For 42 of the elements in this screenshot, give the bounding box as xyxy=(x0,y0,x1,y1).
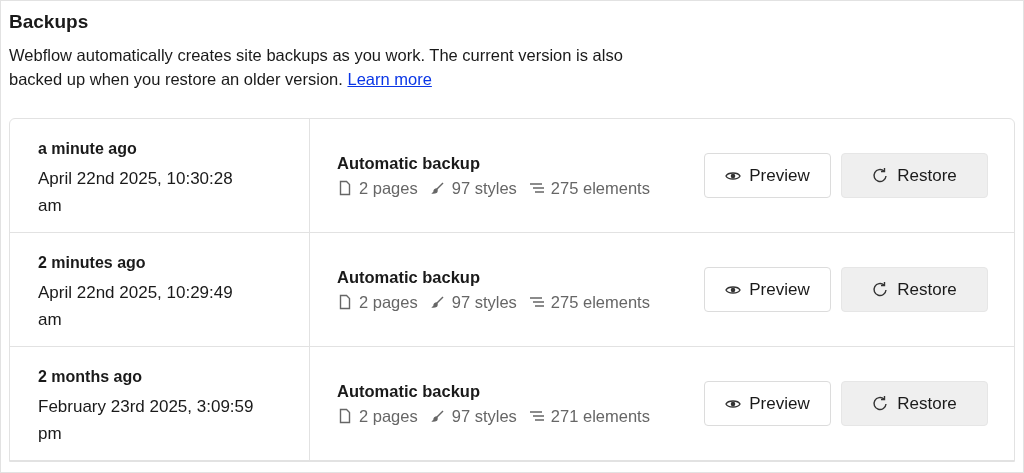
pages-count: 2 pages xyxy=(359,178,418,198)
learn-more-link[interactable]: Learn more xyxy=(347,70,432,88)
styles-count: 97 styles xyxy=(451,178,517,198)
preview-button[interactable]: Preview xyxy=(704,153,831,198)
brush-icon xyxy=(429,408,446,424)
backup-date: February 23rd 2025, 3:09:59 pm xyxy=(38,396,255,445)
restore-button[interactable]: Restore xyxy=(841,381,988,426)
page-icon xyxy=(337,180,353,196)
page-title: Backups xyxy=(9,11,90,33)
backup-type: Automatic backup xyxy=(337,267,482,287)
styles-count: 97 styles xyxy=(451,406,517,426)
restore-icon xyxy=(872,167,890,184)
lines-icon xyxy=(528,180,545,196)
restore-icon xyxy=(872,395,890,412)
eye-icon xyxy=(725,397,742,410)
brush-icon xyxy=(429,294,446,310)
backup-type: Automatic backup xyxy=(337,153,482,173)
eye-icon xyxy=(725,283,742,296)
restore-button[interactable]: Restore xyxy=(841,153,988,198)
lines-icon xyxy=(528,408,545,424)
relative-time: 2 minutes ago xyxy=(38,253,147,273)
eye-icon xyxy=(725,169,742,182)
elements-count: 275 elements xyxy=(550,292,650,312)
description-text: Webflow automatically creates site backups as you work. The current version is also backed up when you restore an older version. Learn more xyxy=(9,45,624,90)
preview-button[interactable]: Preview xyxy=(704,267,831,312)
pages-count: 2 pages xyxy=(359,406,418,426)
elements-count: 275 elements xyxy=(550,178,650,198)
relative-time: a minute ago xyxy=(38,139,138,159)
elements-count: 271 elements xyxy=(550,406,650,426)
page-icon xyxy=(337,294,353,310)
lines-icon xyxy=(528,294,545,310)
brush-icon xyxy=(429,180,446,196)
restore-button[interactable]: Restore xyxy=(841,267,988,312)
preview-button[interactable]: Preview xyxy=(704,381,831,426)
styles-count: 97 styles xyxy=(451,292,517,312)
backup-date: April 22nd 2025, 10:29:49 am xyxy=(38,282,234,331)
restore-icon xyxy=(872,281,890,298)
backup-date: April 22nd 2025, 10:30:28 am xyxy=(38,168,234,217)
page-icon xyxy=(337,408,353,424)
pages-count: 2 pages xyxy=(359,292,418,312)
relative-time: 2 months ago xyxy=(38,367,143,387)
backup-type: Automatic backup xyxy=(337,381,482,401)
